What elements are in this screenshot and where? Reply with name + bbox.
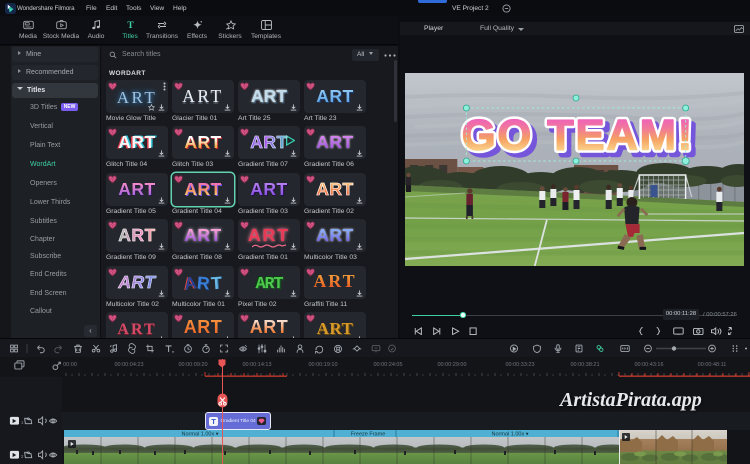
svg-text:1: 1	[21, 420, 24, 425]
svg-text:T: T	[127, 21, 134, 30]
svg-text:Freeze Frame: Freeze Frame	[351, 432, 386, 438]
svg-text:Normal 1.00x ▾: Normal 1.00x ▾	[492, 432, 529, 438]
svg-text:GO TEAM!: GO TEAM!	[462, 112, 694, 160]
svg-text:Normal 1.00x ▾: Normal 1.00x ▾	[182, 432, 219, 438]
svg-text:2: 2	[21, 454, 24, 459]
